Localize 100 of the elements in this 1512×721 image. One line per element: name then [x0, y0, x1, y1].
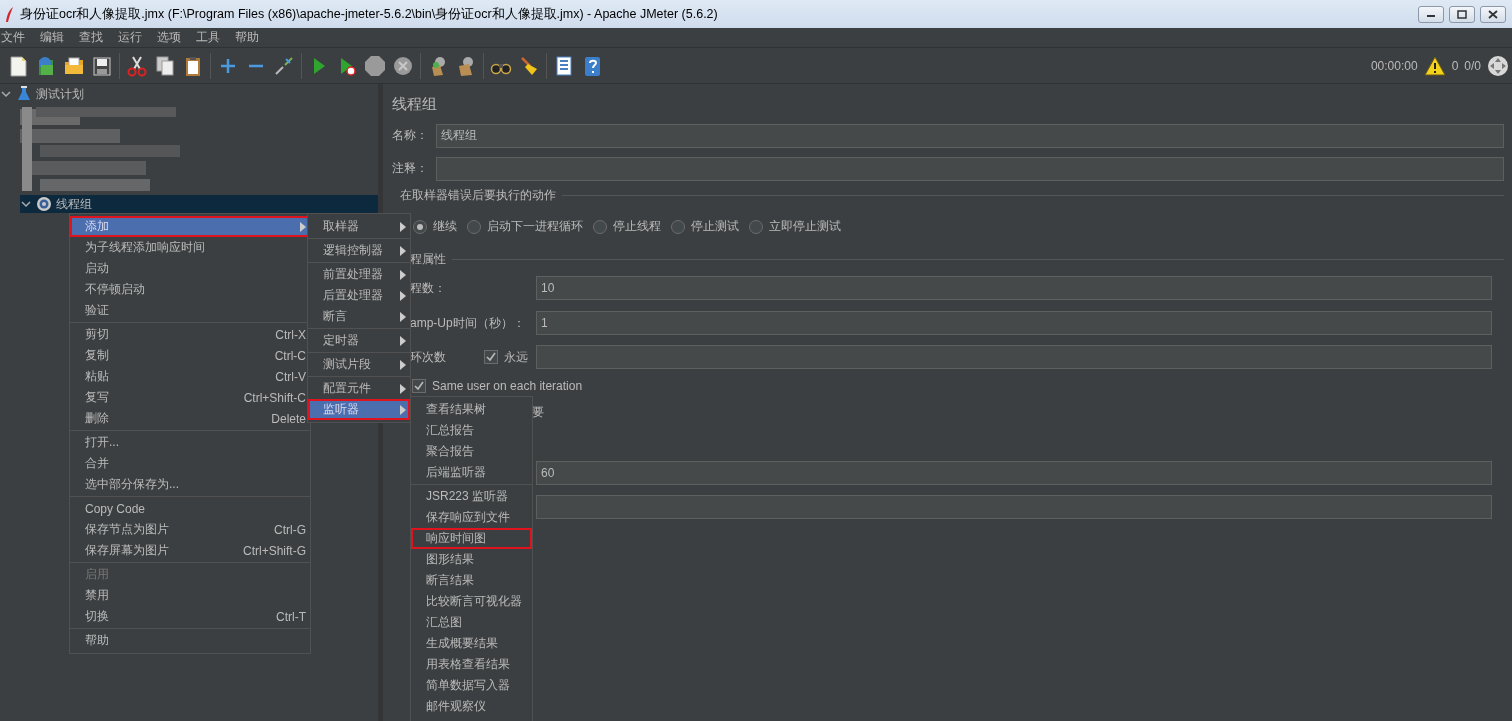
- shutdown-icon[interactable]: [392, 54, 414, 77]
- checkbox[interactable]: Same user on each iteration: [412, 379, 583, 393]
- new-file-icon[interactable]: [7, 54, 29, 77]
- menu-item[interactable]: 查看结果树: [411, 399, 532, 420]
- menu-item[interactable]: 前置处理器: [308, 264, 410, 285]
- input-field[interactable]: [536, 495, 1492, 519]
- menu-bar-item[interactable]: 工具: [195, 29, 227, 46]
- submenu-arrow-icon: [400, 404, 406, 415]
- radio-button[interactable]: 停止测试: [671, 218, 739, 235]
- shortcut-text: Ctrl-T: [276, 609, 306, 624]
- input-field[interactable]: 线程组: [436, 123, 1504, 148]
- minimize-button[interactable]: [1418, 5, 1444, 23]
- menu-item[interactable]: 选中部分保存为...: [70, 474, 310, 495]
- menu-item[interactable]: 复写 Ctrl+Shift-C: [70, 387, 310, 408]
- shortcut-text: Ctrl+Shift-G: [243, 543, 306, 558]
- submenu-arrow-icon: [300, 221, 306, 232]
- submenu-arrow-icon: [400, 269, 406, 280]
- menu-item[interactable]: 比较断言可视化器: [411, 591, 532, 612]
- menu-item[interactable]: 配置元件: [308, 378, 410, 399]
- input-field[interactable]: [436, 156, 1504, 181]
- menu-item[interactable]: 定时器: [308, 330, 410, 351]
- menu-bar-item[interactable]: 文件: [0, 29, 32, 46]
- menu-item[interactable]: 粘贴 Ctrl-V: [70, 366, 310, 387]
- menu-item[interactable]: 监听器: [308, 399, 410, 420]
- stop-icon[interactable]: [364, 54, 386, 77]
- input-field[interactable]: [536, 345, 1492, 369]
- menu-bar-item[interactable]: 选项: [156, 29, 188, 46]
- menu-item[interactable]: 邮件观察仪: [411, 696, 532, 717]
- menu-item[interactable]: Copy Code: [70, 498, 310, 519]
- tree-row[interactable]: 测试计划: [0, 85, 378, 103]
- menu-item[interactable]: 简单数据写入器: [411, 675, 532, 696]
- menu-item[interactable]: 复制 Ctrl-C: [70, 345, 310, 366]
- checkbox[interactable]: 永远: [484, 348, 536, 366]
- menu-item[interactable]: 测试片段: [308, 354, 410, 375]
- menu-item[interactable]: 保存节点为图片 Ctrl-G: [70, 519, 310, 540]
- input-field[interactable]: 10: [536, 276, 1492, 300]
- menu-item[interactable]: 为子线程添加响应时间: [70, 237, 310, 258]
- menu-item[interactable]: 用表格查看结果: [411, 654, 532, 675]
- wand-icon[interactable]: [273, 54, 295, 77]
- input-field[interactable]: 60: [536, 461, 1492, 485]
- maximize-button[interactable]: [1449, 5, 1475, 23]
- menu-item[interactable]: 添加: [70, 216, 310, 237]
- field-label: 程数：: [410, 279, 447, 297]
- submenu-arrow-icon: [400, 311, 406, 322]
- menu-item[interactable]: 帮助: [70, 630, 310, 651]
- menu-item[interactable]: 禁用: [70, 585, 310, 606]
- tree-row[interactable]: 线程组: [20, 195, 378, 213]
- broom-icon[interactable]: [518, 54, 540, 77]
- save-icon[interactable]: [91, 54, 113, 77]
- folder-icon[interactable]: [63, 54, 85, 77]
- remote-status-icon: [1487, 54, 1509, 77]
- menu-item[interactable]: JSR223 监听器: [411, 486, 532, 507]
- menu-item[interactable]: 汇总图: [411, 612, 532, 633]
- menu-item[interactable]: 启动: [70, 258, 310, 279]
- close-button[interactable]: [1480, 5, 1506, 23]
- menu-item[interactable]: 汇总报告: [411, 420, 532, 441]
- menu-item[interactable]: 断言结果: [411, 570, 532, 591]
- menu-item[interactable]: 生成概要结果: [411, 633, 532, 654]
- submenu-arrow-icon: [400, 245, 406, 256]
- menu-item[interactable]: 验证: [70, 300, 310, 321]
- menu-item[interactable]: 合并: [70, 453, 310, 474]
- field-label: 注释：: [392, 160, 429, 177]
- menu-item[interactable]: 断言: [308, 306, 410, 327]
- shortcut-text: Ctrl-G: [274, 522, 306, 537]
- copy-icon[interactable]: [154, 54, 176, 77]
- menu-item[interactable]: 图形结果: [411, 549, 532, 570]
- menu-item[interactable]: 打开...: [70, 432, 310, 453]
- menu-item[interactable]: 不停顿启动: [70, 279, 310, 300]
- menu-item[interactable]: 后置处理器: [308, 285, 410, 306]
- menu-item[interactable]: 聚合报告: [411, 441, 532, 462]
- option-label: 要: [532, 403, 544, 421]
- menu-item[interactable]: 剪切 Ctrl-X: [70, 324, 310, 345]
- field-label: amp-Up时间（秒）：: [410, 314, 526, 332]
- submenu-arrow-icon: [400, 359, 406, 370]
- shortcut-text: Ctrl-C: [274, 348, 306, 363]
- submenu-arrow-icon: [400, 290, 406, 301]
- radio-button[interactable]: 立即停止测试: [749, 218, 841, 235]
- menu-item[interactable]: 取样器: [308, 216, 410, 237]
- window-title: 身份证ocr和人像提取.jmx (F:\Program Files (x86)\apache-jmeter-5.6.2\bin\身份证ocr和人像提取.jmx) - Apache JMeter (5.6.2): [20, 5, 719, 23]
- menu-bar-item[interactable]: 查找: [78, 29, 110, 46]
- thread-count: 0/0: [1464, 58, 1481, 73]
- scissors-icon[interactable]: [126, 54, 148, 77]
- radio-button[interactable]: 停止线程: [593, 218, 661, 235]
- field-label: 名称：: [392, 127, 429, 144]
- submenu-arrow-icon: [400, 221, 406, 232]
- menu-item[interactable]: 删除 Delete: [70, 408, 310, 429]
- shortcut-text: Ctrl-V: [275, 369, 306, 384]
- menu-item[interactable]: 响应时间图: [411, 528, 532, 549]
- menu-item[interactable]: 保存屏幕为图片 Ctrl+Shift-G: [70, 540, 310, 561]
- list-icon[interactable]: [553, 54, 575, 77]
- menu-item[interactable]: 切换 Ctrl-T: [70, 606, 310, 627]
- menu-bar-item[interactable]: 运行: [117, 29, 149, 46]
- menu-item[interactable]: 逻辑控制器: [308, 240, 410, 261]
- menu-bar-item[interactable]: 编辑: [39, 29, 71, 46]
- menu-item[interactable]: 保存响应到文件: [411, 507, 532, 528]
- radio-button[interactable]: 继续: [413, 218, 457, 235]
- input-field[interactable]: 1: [536, 311, 1492, 335]
- radio-button[interactable]: 启动下一进程循环: [467, 218, 583, 235]
- menu-bar-item[interactable]: 帮助: [234, 29, 266, 46]
- menu-item[interactable]: 后端监听器: [411, 462, 532, 483]
